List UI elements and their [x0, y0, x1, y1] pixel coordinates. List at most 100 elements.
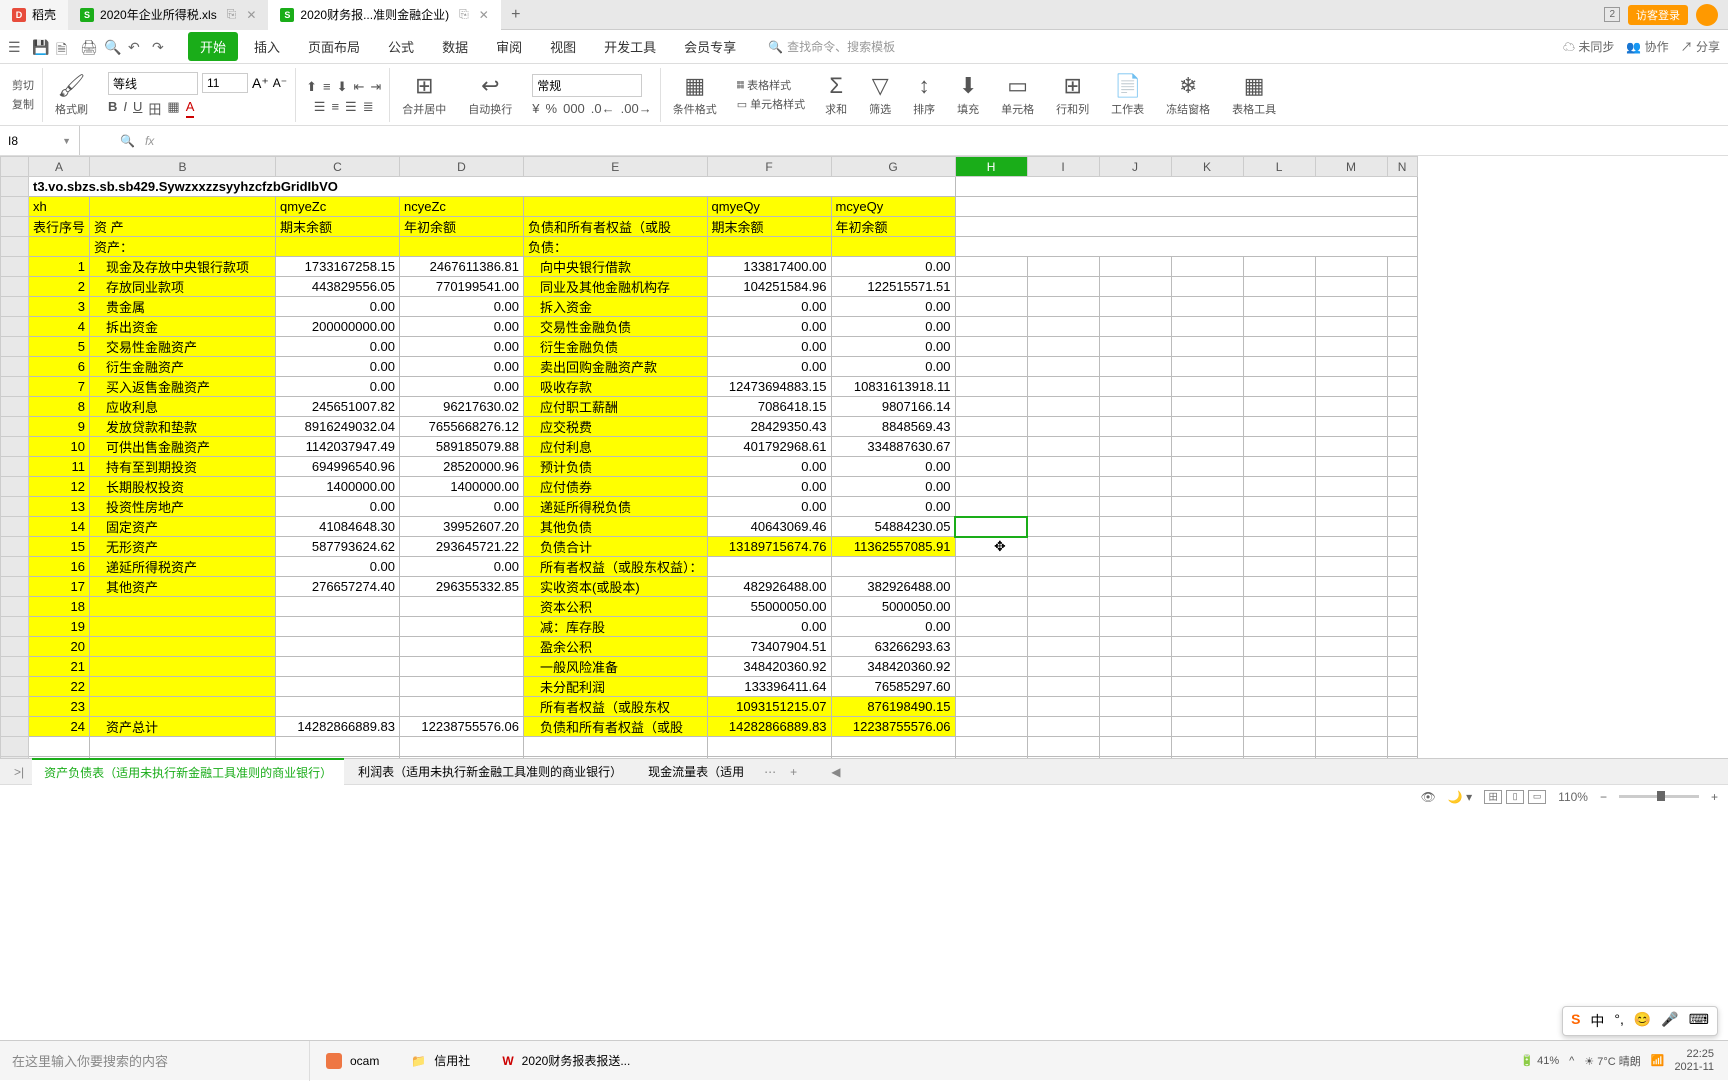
sheet-nav-first[interactable]: >|	[8, 765, 30, 779]
align-right-icon[interactable]: ☰	[345, 99, 357, 115]
cell[interactable]	[276, 757, 400, 759]
cell[interactable]	[1243, 757, 1315, 759]
cell[interactable]: 同业及其他金融机构存	[524, 277, 708, 297]
task-wps[interactable]: W2020财务报表报送...	[486, 1041, 646, 1081]
cell[interactable]	[400, 637, 524, 657]
cell[interactable]: 11	[29, 457, 90, 477]
cell[interactable]: 7086418.15	[707, 397, 831, 417]
cell[interactable]	[1099, 317, 1171, 337]
cell[interactable]	[1099, 757, 1171, 759]
cell[interactable]	[1099, 257, 1171, 277]
cell[interactable]	[1099, 357, 1171, 377]
cell[interactable]: 41084648.30	[276, 517, 400, 537]
cell[interactable]	[90, 657, 276, 677]
cell[interactable]	[1027, 477, 1099, 497]
fill-color-icon[interactable]: ▦	[167, 99, 179, 118]
cell[interactable]: 0.00	[400, 357, 524, 377]
cell[interactable]	[1171, 737, 1243, 757]
cell[interactable]	[1171, 317, 1243, 337]
cell[interactable]	[1315, 557, 1387, 577]
row-header[interactable]	[1, 517, 29, 537]
cell[interactable]: 2467611386.81	[400, 257, 524, 277]
cell[interactable]	[1387, 757, 1417, 759]
cell[interactable]: 6	[29, 357, 90, 377]
filter-button[interactable]: ▽筛选	[859, 69, 901, 121]
cell[interactable]	[1027, 457, 1099, 477]
sheet-tab-3[interactable]: 现金流量表（适用	[636, 759, 756, 784]
sheet-tab-2[interactable]: 利润表（适用未执行新金融工具准则的商业银行）	[346, 759, 634, 784]
ime-emoji-icon[interactable]: 😊	[1634, 1011, 1651, 1031]
tbltool-button[interactable]: ▦表格工具	[1222, 69, 1286, 121]
cell[interactable]: 10831613918.11	[831, 377, 955, 397]
cell[interactable]	[1099, 377, 1171, 397]
cell[interactable]	[955, 357, 1027, 377]
cell[interactable]: 0.00	[400, 557, 524, 577]
cell[interactable]	[955, 537, 1027, 557]
row-header[interactable]	[1, 377, 29, 397]
cell[interactable]	[276, 657, 400, 677]
cell[interactable]	[707, 557, 831, 577]
row-header[interactable]	[1, 637, 29, 657]
view-break-icon[interactable]: ▭	[1528, 790, 1546, 804]
row-header[interactable]	[1, 657, 29, 677]
cell[interactable]	[1387, 437, 1417, 457]
cell[interactable]: 负债和所有者权益（或股	[524, 717, 708, 737]
cell[interactable]	[955, 757, 1027, 759]
print-icon[interactable]: 🖨	[80, 39, 96, 55]
cell[interactable]	[1099, 557, 1171, 577]
cell[interactable]	[1387, 397, 1417, 417]
cell[interactable]	[1171, 277, 1243, 297]
row-header[interactable]	[1, 277, 29, 297]
cell[interactable]	[1171, 657, 1243, 677]
cell[interactable]	[955, 337, 1027, 357]
row-header[interactable]	[1, 737, 29, 757]
cell[interactable]	[90, 757, 276, 759]
cell[interactable]: 0.00	[831, 617, 955, 637]
cell[interactable]: 应付债券	[524, 477, 708, 497]
cell[interactable]: 0.00	[831, 337, 955, 357]
cell[interactable]	[1243, 437, 1315, 457]
name-box[interactable]: I8 ▼	[0, 126, 80, 155]
battery-indicator[interactable]: 🔋 41%	[1520, 1054, 1559, 1067]
cell[interactable]: 0.00	[707, 357, 831, 377]
tab-file-2[interactable]: S 2020财务报...准则金融企业) ⎘ ✕	[268, 0, 500, 30]
cell[interactable]	[1315, 277, 1387, 297]
col-c[interactable]: C	[276, 157, 400, 177]
cell[interactable]	[1315, 637, 1387, 657]
task-folder[interactable]: 📁信用社	[395, 1041, 486, 1081]
underline-icon[interactable]: U	[133, 99, 142, 118]
cell[interactable]	[1099, 577, 1171, 597]
add-tab-button[interactable]: +	[501, 6, 531, 24]
cell[interactable]: 0.00	[707, 317, 831, 337]
row-header[interactable]	[1, 457, 29, 477]
cell[interactable]: 334887630.67	[831, 437, 955, 457]
cell[interactable]	[1171, 457, 1243, 477]
cell[interactable]	[1027, 277, 1099, 297]
col-l[interactable]: L	[1243, 157, 1315, 177]
cell[interactable]: 15	[29, 537, 90, 557]
cell[interactable]	[90, 677, 276, 697]
cell[interactable]: 39952607.20	[400, 517, 524, 537]
currency-icon[interactable]: ¥	[532, 101, 539, 116]
copy-label[interactable]: 复制	[12, 96, 34, 112]
cell[interactable]: 0.00	[276, 337, 400, 357]
cell[interactable]: 持有至到期投资	[90, 457, 276, 477]
row-header[interactable]	[1, 497, 29, 517]
cell[interactable]	[1387, 537, 1417, 557]
cell[interactable]	[1387, 637, 1417, 657]
cell[interactable]	[955, 577, 1027, 597]
cell[interactable]: 0.00	[707, 337, 831, 357]
cell[interactable]	[955, 677, 1027, 697]
numfmt-select[interactable]: 常规	[532, 74, 642, 97]
cell[interactable]	[1171, 377, 1243, 397]
cell[interactable]	[1099, 477, 1171, 497]
shrink-font-icon[interactable]: A⁻	[273, 76, 287, 90]
cell[interactable]	[90, 737, 276, 757]
scroll-left-icon[interactable]: ◀	[825, 765, 846, 779]
cell[interactable]: 2	[29, 277, 90, 297]
cell[interactable]	[1171, 537, 1243, 557]
col-d[interactable]: D	[400, 157, 524, 177]
cell[interactable]: 0.00	[400, 377, 524, 397]
cell[interactable]	[90, 597, 276, 617]
cell[interactable]	[1099, 277, 1171, 297]
